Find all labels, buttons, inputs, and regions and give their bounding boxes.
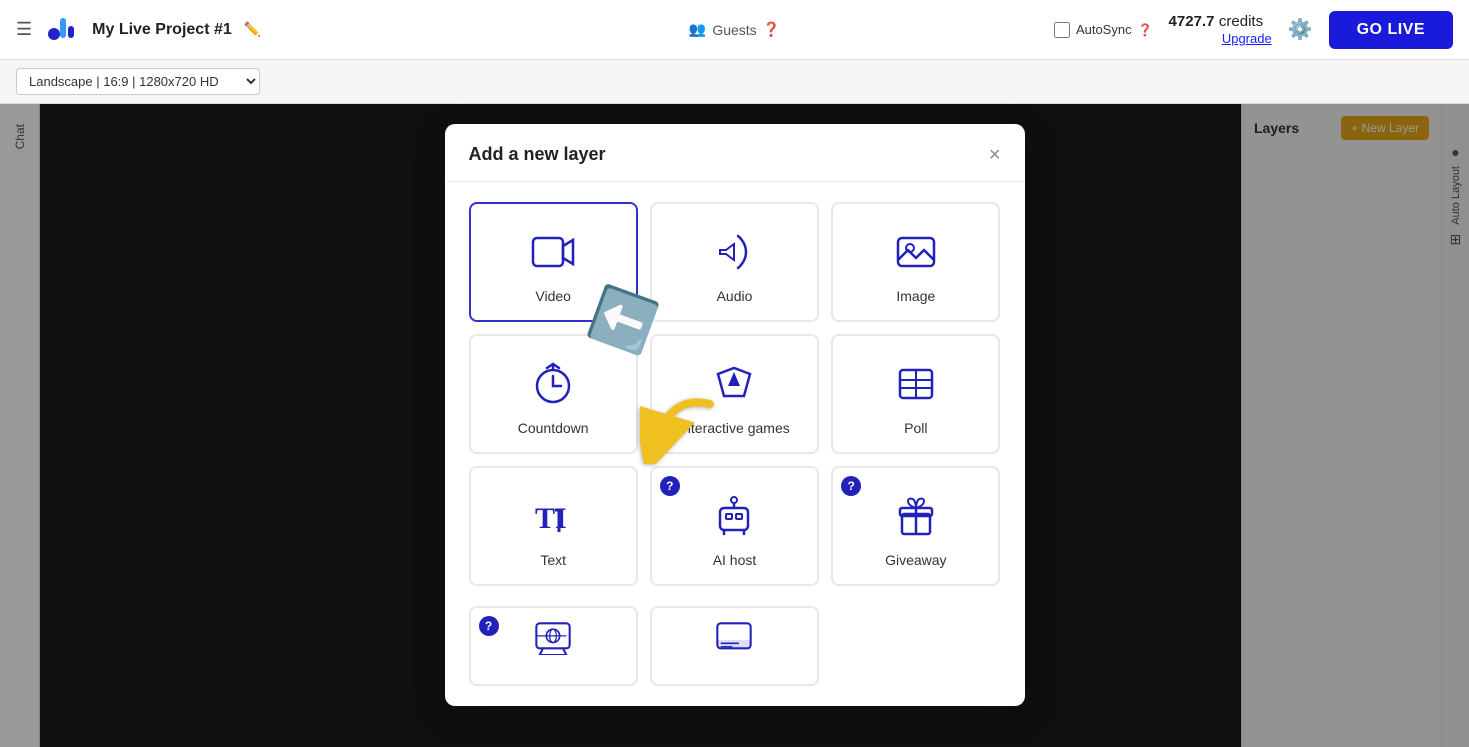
text-icon: TI [529, 492, 577, 540]
poll-icon [892, 360, 940, 408]
logo-icon [44, 12, 80, 48]
layer-card-virtual-background[interactable]: ? [469, 606, 638, 686]
layer-card-lower-thirds[interactable] [650, 606, 819, 686]
ai-host-badge: ? [660, 476, 680, 496]
modal-title: Add a new layer [469, 144, 606, 165]
layer-card-giveaway[interactable]: ? Giveaway [831, 466, 1000, 586]
layer-card-countdown[interactable]: Countdown [469, 334, 638, 454]
virtual-background-badge: ? [479, 616, 499, 636]
lower-thirds-icon [714, 620, 754, 655]
ai-host-icon [710, 492, 758, 540]
autosync-checkbox[interactable] [1054, 22, 1070, 38]
guests-icon: 👥 [689, 21, 706, 38]
project-title: My Live Project #1 [92, 21, 232, 39]
virtual-background-icon [533, 620, 573, 655]
layer-card-audio[interactable]: Audio [650, 202, 819, 322]
video-icon [529, 228, 577, 276]
credits-label-text [1268, 13, 1272, 30]
svg-text:TI: TI [535, 502, 567, 535]
credits-label: credits [1219, 13, 1263, 30]
video-label: Video [535, 288, 571, 304]
audio-label: Audio [717, 288, 753, 304]
layer-grid: Video ➡️ Audio [445, 182, 1025, 606]
settings-icon[interactable]: ⚙️ [1288, 17, 1313, 42]
credits-block: 4727.7 credits Upgrade [1169, 13, 1272, 46]
autosync-label: AutoSync [1076, 22, 1132, 37]
giveaway-badge: ? [841, 476, 861, 496]
layer-card-text[interactable]: TI Text [469, 466, 638, 586]
golive-button[interactable]: GO LIVE [1329, 11, 1453, 49]
hamburger-icon[interactable]: ☰ [16, 19, 32, 40]
autosync-help-icon: ❓ [1138, 23, 1153, 37]
modal-overlay: Add a new layer × Video ➡️ [0, 104, 1469, 747]
countdown-label: Countdown [518, 420, 589, 436]
audio-icon [710, 228, 758, 276]
text-label: Text [540, 552, 566, 568]
giveaway-label: Giveaway [885, 552, 946, 568]
interactive-games-icon [710, 360, 758, 408]
modal-close-button[interactable]: × [989, 145, 1001, 165]
giveaway-icon [892, 492, 940, 540]
poll-label: Poll [904, 420, 927, 436]
guests-help-icon: ❓ [763, 21, 780, 38]
layer-card-ai-host[interactable]: ? AI host [650, 466, 819, 586]
guests-button[interactable]: 👥 Guests ❓ [689, 21, 780, 38]
guests-label: Guests [712, 22, 756, 38]
modal-dialog: Add a new layer × Video ➡️ [445, 124, 1025, 706]
edit-icon[interactable]: ✏️ [244, 21, 261, 38]
credits-amount: 4727.7 [1169, 13, 1215, 30]
image-label: Image [896, 288, 935, 304]
autosync-control: AutoSync ❓ [1054, 22, 1153, 38]
layer-card-video[interactable]: Video ➡️ [469, 202, 638, 322]
upgrade-link[interactable]: Upgrade [1169, 31, 1272, 46]
layer-card-image[interactable]: Image [831, 202, 1000, 322]
interactive-games-label: Interactive games [679, 420, 790, 436]
image-icon [892, 228, 940, 276]
landscape-select[interactable]: Landscape | 16:9 | 1280x720 HD [16, 68, 260, 95]
layer-card-interactive-games[interactable]: Interactive games [650, 334, 819, 454]
countdown-icon [529, 360, 577, 408]
ai-host-label: AI host [713, 552, 757, 568]
layer-card-poll[interactable]: Poll [831, 334, 1000, 454]
